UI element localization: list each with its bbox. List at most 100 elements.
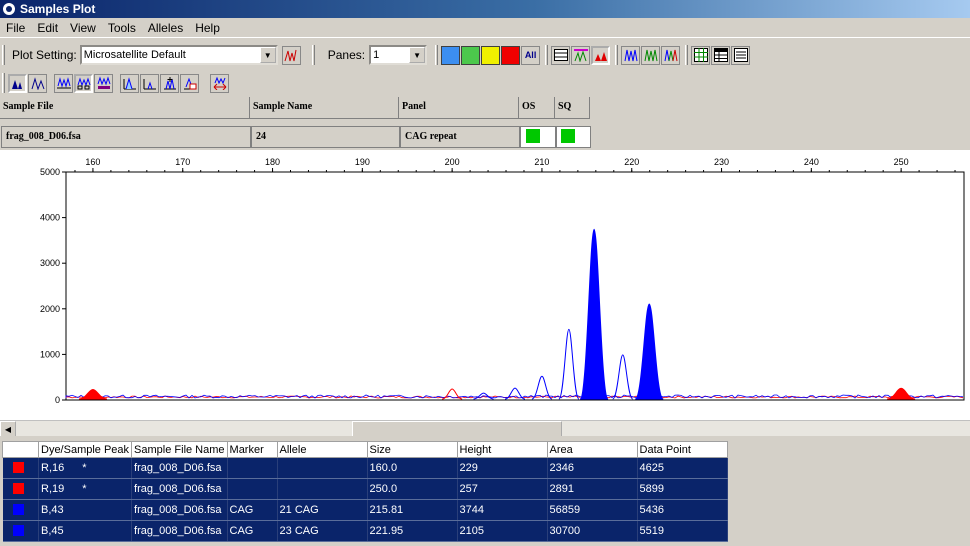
menu-alleles[interactable]: Alleles: [142, 18, 189, 38]
panel-value: CAG repeat: [400, 126, 520, 148]
toolbar-separator: [685, 45, 689, 65]
col-height[interactable]: Height: [456, 441, 548, 458]
electropherogram-chart[interactable]: 160 170 180 190 200 210 220 230 240 250 0 1000 2000 3…: [0, 150, 970, 420]
data-point-cell: 5436: [637, 499, 728, 521]
x-tick-label: 210: [534, 157, 549, 167]
plot-setting-label: Plot Setting:: [12, 48, 77, 62]
col-size[interactable]: Size: [366, 441, 458, 458]
overlay-peaks-icon: [573, 49, 588, 62]
col-sample-name[interactable]: Sample Name: [250, 97, 399, 119]
all-dyes-button[interactable]: All: [521, 45, 541, 65]
scroll-thumb[interactable]: [352, 421, 562, 437]
table-view-button[interactable]: [551, 45, 571, 65]
toolbar-grip[interactable]: [2, 45, 5, 65]
col-os[interactable]: OS: [519, 97, 555, 119]
col-area[interactable]: Area: [546, 441, 638, 458]
menu-view[interactable]: View: [64, 18, 102, 38]
dye-color-cell: [2, 520, 39, 542]
green-trace-icon: [644, 49, 658, 62]
plot-settings-editor-button[interactable]: [281, 45, 301, 65]
dye-color-cell: [2, 478, 39, 500]
toolbar-separator: [545, 45, 549, 65]
peak-table: Dye/Sample Peak Sample File Name Marker …: [2, 441, 728, 542]
col-sample-file-name[interactable]: Sample File Name: [131, 441, 228, 458]
sample-info-row: frag_008_D06.fsa 24 CAG repeat: [0, 126, 970, 148]
allele-table-button[interactable]: [711, 45, 731, 65]
electropherogram-plot[interactable]: 160 170 180 190 200 210 220 230 240 250 0 1000 2000 3…: [0, 150, 970, 420]
filled-peaks-button[interactable]: [8, 73, 27, 93]
col-sq[interactable]: SQ: [555, 97, 590, 119]
col-panel[interactable]: Panel: [399, 97, 519, 119]
os-cell: [520, 126, 556, 148]
row-selector-header[interactable]: [2, 441, 39, 458]
plot-horizontal-scrollbar[interactable]: ◀: [0, 420, 970, 437]
x-tick-label: 170: [175, 157, 190, 167]
height-cell: 257: [457, 478, 548, 500]
sample-file-value: frag_008_D06.fsa: [1, 126, 251, 148]
table-icon: [553, 49, 568, 61]
menu-help[interactable]: Help: [189, 18, 226, 38]
area-cell: 30700: [547, 520, 638, 542]
menu-tools[interactable]: Tools: [102, 18, 142, 38]
green-trace-button[interactable]: [641, 45, 661, 65]
col-sample-file[interactable]: Sample File: [0, 97, 250, 119]
scroll-left-arrow-icon[interactable]: ◀: [0, 421, 16, 437]
plot-setting-select[interactable]: Microsatellite Default ▼: [79, 45, 278, 65]
sizing-table-button[interactable]: [691, 45, 711, 65]
col-dye-sample-peak[interactable]: Dye/Sample Peak: [37, 441, 133, 458]
file-cell: frag_008_D06.fsa: [131, 499, 228, 521]
outline-peaks-button[interactable]: [28, 73, 47, 93]
area-cell: 2891: [547, 478, 638, 500]
data-point-cell: 5899: [637, 478, 728, 500]
red-dye-toggle[interactable]: [501, 45, 521, 65]
axis-peak-button[interactable]: [140, 73, 159, 93]
size-cell: 160.0: [367, 457, 458, 479]
area-cell: 56859: [547, 499, 638, 521]
x-tick-label: 240: [804, 157, 819, 167]
col-marker[interactable]: Marker: [226, 441, 278, 458]
all-traces-button[interactable]: [661, 45, 681, 65]
sq-quality-flag: [561, 129, 575, 143]
table-row[interactable]: R,16 * frag_008_D06.fsa 160.0 229 2346 46…: [2, 457, 728, 479]
dye-swatch: [12, 482, 24, 494]
blue-dye-toggle[interactable]: [441, 45, 461, 65]
peaks-view-button[interactable]: [591, 45, 611, 65]
peak-cell: R,16 *: [38, 457, 133, 479]
x-tick-label: 190: [355, 157, 370, 167]
y-tick-label: 0: [55, 395, 60, 405]
add-peak-icon: [163, 77, 176, 90]
x-tick-label: 250: [894, 157, 909, 167]
menu-file[interactable]: File: [0, 18, 31, 38]
add-peak-button[interactable]: [160, 73, 179, 93]
size-cell: 250.0: [367, 478, 458, 500]
table-row[interactable]: B,45 frag_008_D06.fsa CAG 23 CAG 221.95 …: [2, 520, 728, 542]
peak-cell: B,43: [38, 499, 133, 521]
delete-peak-button[interactable]: [180, 73, 199, 93]
report-table-button[interactable]: [731, 45, 751, 65]
allele-cell: [277, 457, 368, 479]
panes-select[interactable]: 1 ▼: [369, 45, 428, 65]
dye-color-cell: [2, 457, 39, 479]
zoom-horizontal-button[interactable]: [210, 73, 229, 93]
col-allele[interactable]: Allele: [276, 441, 368, 458]
marker-cell: CAG: [227, 520, 278, 542]
toolbar-grip[interactable]: [2, 73, 5, 93]
table-row[interactable]: B,43 frag_008_D06.fsa CAG 21 CAG 215.81 …: [2, 499, 728, 521]
single-peak-button[interactable]: [120, 73, 139, 93]
bin-peaks-button[interactable]: [74, 73, 93, 93]
menu-edit[interactable]: Edit: [31, 18, 64, 38]
label-peaks-button[interactable]: [54, 73, 73, 93]
overlay-view-button[interactable]: [571, 45, 591, 65]
blue-trace-button[interactable]: [621, 45, 641, 65]
panes-value: 1: [373, 49, 380, 61]
plot-setting-value: Microsatellite Default: [83, 49, 186, 61]
yellow-dye-toggle[interactable]: [481, 45, 501, 65]
toolbar-separator: [311, 45, 315, 65]
table-row[interactable]: R,19 * frag_008_D06.fsa 250.0 257 2891 58…: [2, 478, 728, 500]
x-tick-label: 160: [85, 157, 100, 167]
y-tick-label: 2000: [40, 304, 60, 314]
green-dye-toggle[interactable]: [461, 45, 481, 65]
col-data-point[interactable]: Data Point: [636, 441, 728, 458]
marker-peaks-button[interactable]: [94, 73, 113, 93]
plot-frame: [65, 171, 965, 401]
